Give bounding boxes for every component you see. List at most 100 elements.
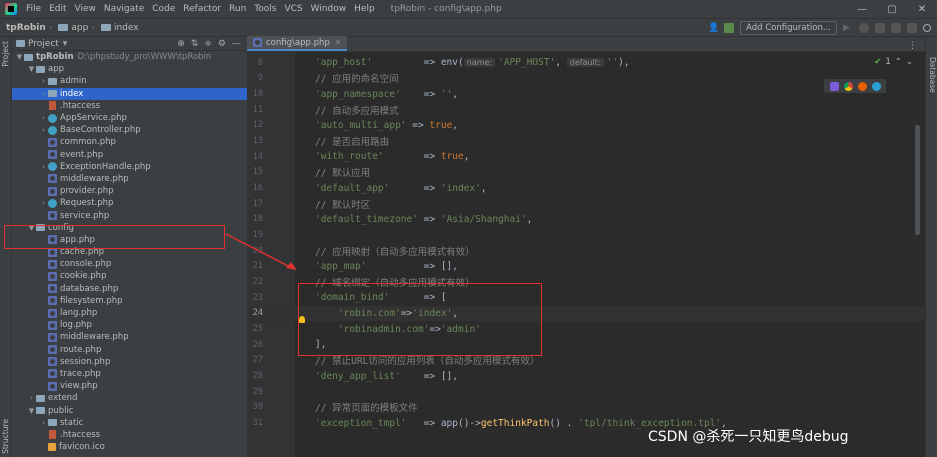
database-tool-tab[interactable]: Database [928,57,937,93]
firefox-icon[interactable] [857,81,867,91]
code-line[interactable]: 28 'deny_app_list' => [], [247,368,925,384]
code-line[interactable]: 18 'default_timezone' => 'Asia/Shanghai', [247,212,925,228]
run-icon[interactable]: ▶ [843,23,853,33]
code-line[interactable]: 14 'with_route' => true, [247,149,925,165]
debug-icon[interactable] [859,22,869,33]
stop-icon[interactable] [907,22,917,33]
tree-root[interactable]: ▼ tpRobin D:\phpstudy_pro\WWW\tpRobin [12,51,247,63]
tree-item[interactable]: cookie.php [12,270,247,282]
code-line[interactable]: 8 'app_host' => env(name: 'APP_HOST', defa… [247,55,925,71]
tree-item[interactable]: › Request.php [12,197,247,209]
code-area[interactable]: 8 'app_host' => env(name: 'APP_HOST', defa… [247,52,925,457]
tree-item[interactable]: .htaccess [12,429,247,441]
menu-item-view[interactable]: View [71,4,100,14]
tab-app-php[interactable]: config\app.php ✕ [247,36,348,51]
tree-item[interactable]: service.php [12,209,247,221]
phpstorm-browser-icon[interactable] [829,81,839,91]
menu-item-vcs[interactable]: VCS [280,4,306,14]
tree-item[interactable]: lang.php [12,307,247,319]
tree-item[interactable]: › static [12,417,247,429]
code-line[interactable]: 16 'default_app' => 'index', [247,180,925,196]
tree-item[interactable]: route.php [12,344,247,356]
user-icon[interactable]: 👤 [708,23,719,33]
tree-item[interactable]: session.php [12,356,247,368]
search-icon[interactable] [923,23,931,32]
tree-item[interactable]: event.php [12,149,247,161]
maximize-button[interactable]: ▢ [877,4,907,15]
chevron-down-icon[interactable]: ▾ [63,39,68,49]
code-line[interactable]: 20 // 应用映射（自动多应用模式有效） [247,243,925,259]
chevron-right-icon[interactable]: › [39,77,48,85]
code-line[interactable]: 21 'app_map' => [], [247,259,925,275]
tree-item[interactable]: › BaseController.php [12,124,247,136]
locate-icon[interactable]: ⊕ [177,39,185,49]
structure-tool-tab[interactable]: Structure [1,419,10,454]
tree-item[interactable]: favicon.ico [12,441,247,453]
tree-item[interactable]: › index [12,87,247,100]
tree-item[interactable]: ▼ app [12,63,247,75]
tree-item[interactable]: common.php [12,136,247,148]
editor-scrollbar[interactable] [915,125,920,235]
tree-item[interactable]: middleware.php [12,173,247,185]
edge-icon[interactable] [871,81,881,91]
code-line[interactable]: 17 // 默认时区 [247,196,925,212]
tree-item[interactable]: middleware.php [12,331,247,343]
tree-item[interactable]: log.php [12,319,247,331]
menu-item-navigate[interactable]: Navigate [100,4,148,14]
menu-item-edit[interactable]: Edit [45,4,70,14]
menu-item-code[interactable]: Code [148,4,179,14]
close-icon[interactable]: ✕ [335,38,342,47]
chevron-up-icon[interactable]: ⌃ [895,57,902,67]
chevron-right-icon[interactable]: › [39,114,48,122]
code-line[interactable]: 11 // 自动多应用模式 [247,102,925,118]
tree-item[interactable]: › extend [12,392,247,404]
menu-item-help[interactable]: Help [350,4,379,14]
chevron-right-icon[interactable]: › [39,199,48,207]
hammer-icon[interactable] [724,22,735,33]
menu-item-refactor[interactable]: Refactor [179,4,225,14]
menu-item-tools[interactable]: Tools [250,4,280,14]
breadcrumb-index[interactable]: index [114,23,139,33]
tree-item[interactable]: trace.php [12,368,247,380]
project-tool-tab[interactable]: Project [1,41,10,67]
menu-item-file[interactable]: File [22,4,45,14]
add-configuration-button[interactable]: Add Configuration... [740,20,837,35]
inspection-widget[interactable]: ✔ 1 ⌃ ⌄ [874,57,913,67]
project-panel-title[interactable]: Project [28,39,59,49]
tree-item[interactable]: database.php [12,283,247,295]
tree-item[interactable]: .htaccess [12,100,247,112]
tree-item[interactable]: filesystem.php [12,295,247,307]
code-line[interactable]: 30 // 异常页面的模板文件 [247,400,925,416]
menu-item-window[interactable]: Window [307,4,351,14]
tree-item[interactable]: › admin [12,75,247,87]
chevron-right-icon[interactable]: › [39,163,48,171]
tree-item[interactable]: view.php [12,380,247,392]
code-line[interactable]: 15 // 默认应用 [247,165,925,181]
chevron-down-icon[interactable]: ▼ [27,65,36,73]
tree-item[interactable]: provider.php [12,185,247,197]
hide-icon[interactable]: — [232,39,241,49]
chevron-right-icon[interactable]: › [39,419,48,427]
close-button[interactable]: ✕ [907,4,937,15]
chevron-right-icon[interactable]: › [27,394,36,402]
coverage-icon[interactable] [875,22,885,33]
menu-item-run[interactable]: Run [225,4,250,14]
chevron-down-icon[interactable]: ⌄ [906,57,913,67]
tree-item[interactable]: › ExceptionHandle.php [12,161,247,173]
code-line[interactable]: 12 'auto_multi_app' => true, [247,118,925,134]
chevron-down-icon[interactable]: ▼ [15,53,24,61]
tree-item[interactable]: console.php [12,258,247,270]
tree-item[interactable]: ▼ public [12,404,247,416]
tree-item[interactable]: › AppService.php [12,112,247,124]
breadcrumb-app[interactable]: app [71,23,88,33]
code-line[interactable]: 13 // 是否启用路由 [247,133,925,149]
profile-icon[interactable] [891,22,901,33]
code-line[interactable]: 29 [247,384,925,400]
collapse-all-icon[interactable]: ≑ [204,39,212,49]
more-tabs-icon[interactable]: ⋮ [908,41,925,51]
breadcrumb-project[interactable]: tpRobin [6,23,46,33]
chevron-right-icon[interactable]: › [39,126,48,134]
gear-icon[interactable]: ⚙ [218,39,226,49]
chevron-right-icon[interactable]: › [39,90,48,98]
chrome-icon[interactable] [843,81,853,91]
